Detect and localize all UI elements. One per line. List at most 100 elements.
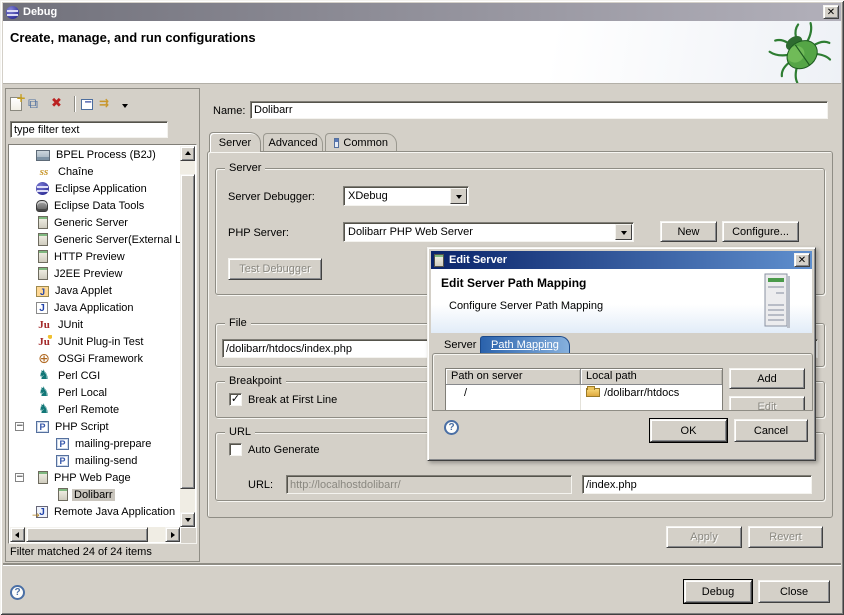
close-button[interactable]: Close (758, 580, 830, 603)
filter-input[interactable] (10, 121, 168, 138)
tree-item-dolibarr[interactable]: Dolibarr (10, 486, 180, 503)
duplicate-icon[interactable]: ⧉ (28, 96, 45, 112)
revert-button[interactable]: Revert (748, 526, 823, 548)
collapse-all-icon[interactable] (81, 99, 93, 110)
tree-item-label: JUnit (56, 319, 85, 331)
dialog-titlebar[interactable]: Edit Server ✕ (431, 251, 812, 269)
auto-generate-checkbox[interactable] (229, 443, 242, 456)
break-first-line-checkbox[interactable] (229, 393, 242, 406)
tree-item-perl-cgi[interactable]: Perl CGI (10, 367, 180, 384)
name-input[interactable] (250, 101, 828, 119)
server-group-title: Server (225, 162, 265, 174)
tree-item-mailing-prepare[interactable]: mailing-prepare (10, 435, 180, 452)
breakpoint-group-title: Breakpoint (225, 375, 286, 387)
server-icon (38, 267, 48, 280)
path-mapping-table[interactable]: Path on server Local path //dolibarr/htd… (445, 368, 723, 411)
tree-item-label: PHP Web Page (52, 472, 133, 484)
tree-item-eclipse-data-tools[interactable]: Eclipse Data Tools (10, 197, 180, 214)
test-debugger-button[interactable]: Test Debugger (228, 258, 322, 280)
tree-item-junit[interactable]: JUnit (10, 316, 180, 333)
url-base-input[interactable] (286, 475, 572, 494)
ok-button[interactable]: OK (650, 419, 727, 442)
tree-item-cha-ne[interactable]: Chaîne (10, 163, 180, 180)
dialog-footer: ? OK Cancel (431, 411, 812, 457)
dialog-title: Edit Server (449, 254, 507, 266)
tree-item-generic-server[interactable]: Generic Server (10, 214, 180, 231)
new-server-button[interactable]: New (660, 221, 717, 242)
server-debugger-select[interactable]: XDebug (343, 186, 469, 206)
horizontal-scroll-thumb[interactable] (26, 527, 148, 542)
tree-vertical-scrollbar[interactable] (180, 146, 195, 527)
tree-expander-minus-icon[interactable]: − (15, 422, 24, 431)
filter-icon[interactable]: ⇉ (99, 96, 116, 112)
path-mapping-tab-content: Path on server Local path //dolibarr/htd… (432, 353, 813, 411)
tree-horizontal-scrollbar[interactable] (10, 527, 180, 542)
php-server-select[interactable]: Dolibarr PHP Web Server (343, 222, 634, 242)
apply-button[interactable]: Apply (666, 526, 742, 548)
tree-item-remote-java-application[interactable]: Remote Java Application (10, 503, 180, 520)
local-path-value: /dolibarr/htdocs (604, 387, 679, 399)
scroll-down-icon[interactable] (180, 512, 195, 527)
mapping-row[interactable]: //dolibarr/htdocs (446, 385, 722, 400)
tree-item-label: mailing-prepare (73, 438, 153, 450)
cancel-button[interactable]: Cancel (734, 419, 808, 442)
dialog-heading: Edit Server Path Mapping (441, 276, 586, 290)
scroll-left-icon[interactable] (10, 527, 25, 542)
window-title: Debug (23, 6, 57, 18)
server-icon (38, 471, 48, 484)
tree-item-eclipse-application[interactable]: Eclipse Application (10, 180, 180, 197)
php-server-chevron-down-icon[interactable] (615, 224, 632, 240)
tree-item-bpel-process-b2j[interactable]: BPEL Process (B2J) (10, 146, 180, 163)
server-debugger-value: XDebug (344, 190, 449, 202)
tree-item-php-web-page[interactable]: − PHP Web Page (10, 469, 180, 486)
delete-icon[interactable]: ✖ (51, 96, 68, 112)
filter-menu-chevron-icon[interactable] (122, 104, 128, 111)
column-local-path[interactable]: Local path (581, 369, 722, 385)
footer-separator (3, 563, 841, 565)
tree-item-http-preview[interactable]: HTTP Preview (10, 248, 180, 265)
tree-item-generic-server-external-la[interactable]: Generic Server(External La (10, 231, 180, 248)
scroll-right-icon[interactable] (165, 527, 180, 542)
dialog-tab-server[interactable]: Server (434, 336, 486, 353)
dialog-help-icon[interactable]: ? (444, 420, 459, 435)
tree-item-j2ee-preview[interactable]: J2EE Preview (10, 265, 180, 282)
tree-item-perl-remote[interactable]: Perl Remote (10, 401, 180, 418)
banner: Create, manage, and run configurations (3, 21, 841, 84)
help-icon[interactable]: ? (10, 585, 25, 600)
debug-window: Debug ✕ Create, manage, and run configur… (0, 0, 844, 615)
tree-item-mailing-send[interactable]: mailing-send (10, 452, 180, 469)
applet-icon (36, 286, 49, 297)
tab-server-label: Server (219, 137, 251, 149)
tab-advanced-label: Advanced (269, 137, 318, 149)
edit-mapping-button[interactable]: Edit (729, 396, 805, 411)
server-debugger-chevron-down-icon[interactable] (450, 188, 467, 204)
tab-common[interactable]: Common (325, 133, 397, 152)
tree-item-perl-local[interactable]: Perl Local (10, 384, 180, 401)
new-configuration-icon[interactable] (10, 97, 22, 111)
url-path-input[interactable] (582, 475, 812, 494)
edit-server-dialog: Edit Server ✕ Edit Server Path Mapping C… (427, 247, 816, 461)
tree-item-java-application[interactable]: Java Application (10, 299, 180, 316)
tree-item-java-applet[interactable]: Java Applet (10, 282, 180, 299)
scroll-up-icon[interactable] (180, 146, 195, 161)
dialog-tab-path-mapping[interactable]: Path Mapping (480, 336, 570, 353)
dialog-header: Edit Server Path Mapping Configure Serve… (431, 269, 812, 333)
table-empty-row (446, 400, 722, 411)
tab-server[interactable]: Server (209, 132, 261, 152)
dialog-close-icon[interactable]: ✕ (794, 253, 810, 267)
window-close-icon[interactable]: ✕ (823, 5, 839, 19)
tree-item-php-script[interactable]: −PHP Script (10, 418, 180, 435)
tab-advanced[interactable]: Advanced (263, 133, 323, 152)
php-icon (56, 455, 69, 467)
filter-status: Filter matched 24 of 24 items (10, 546, 152, 558)
tree-expander-minus-icon[interactable]: − (15, 473, 24, 482)
column-path-on-server[interactable]: Path on server (446, 369, 581, 385)
folder-icon (586, 388, 600, 397)
add-mapping-button[interactable]: Add (729, 368, 805, 389)
vertical-scroll-thumb[interactable] (180, 174, 195, 489)
configure-button[interactable]: Configure... (722, 221, 799, 242)
debug-button[interactable]: Debug (684, 580, 752, 603)
tree-item-junit-plug-in-test[interactable]: JUnit Plug-in Test (10, 333, 180, 350)
window-titlebar[interactable]: Debug ✕ (3, 3, 841, 21)
tree-item-osgi-framework[interactable]: OSGi Framework (10, 350, 180, 367)
